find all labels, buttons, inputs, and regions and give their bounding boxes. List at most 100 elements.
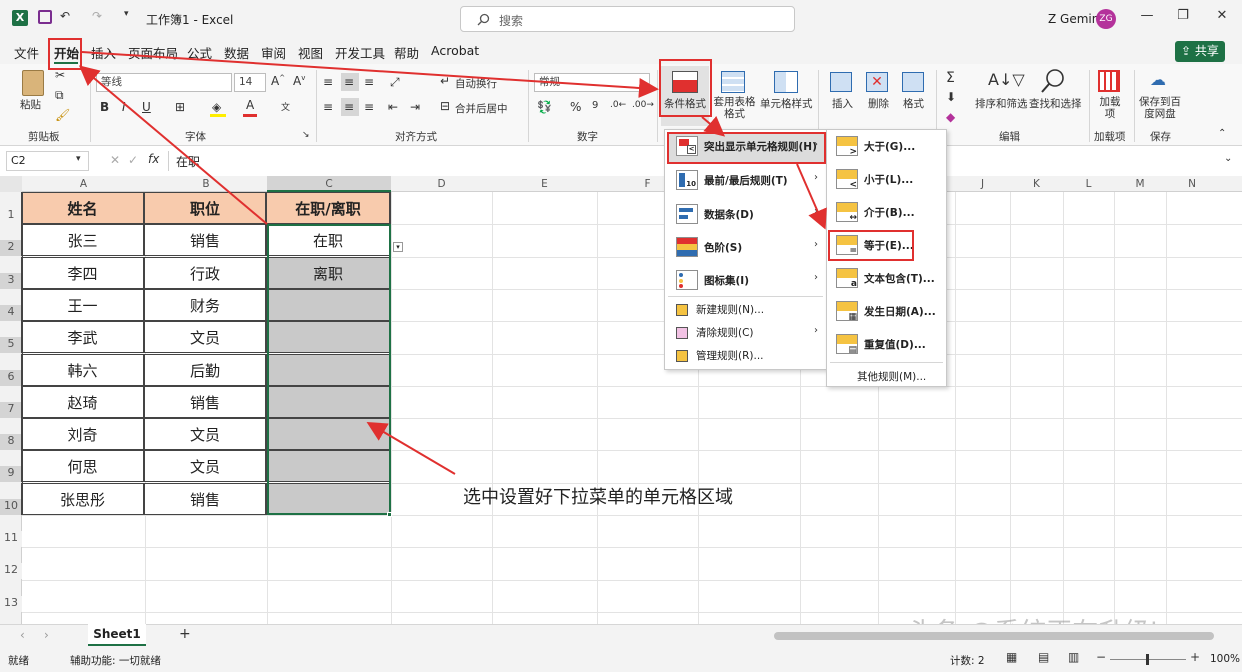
shrink-font-icon[interactable]: Av — [293, 74, 305, 88]
table-cell[interactable]: 销售 — [144, 224, 266, 256]
tab-data[interactable]: 数据 — [224, 43, 249, 62]
row-header-4[interactable]: 4 — [0, 304, 22, 321]
menu-data-bars[interactable]: 数据条(D) — [676, 204, 754, 224]
tab-formulas[interactable]: 公式 — [187, 43, 212, 62]
submenu-item-0[interactable]: > 大于(G)... — [836, 136, 915, 157]
menu-new-rule[interactable]: 新建规则(N)... — [676, 302, 764, 317]
menu-color-scales[interactable]: 色阶(S) — [676, 237, 742, 257]
paste-icon[interactable] — [22, 70, 44, 96]
table-cell[interactable]: 离职 — [266, 257, 390, 289]
table-cell[interactable] — [266, 483, 390, 515]
table-cell[interactable]: 文员 — [144, 321, 266, 353]
delete-cells-icon[interactable]: ✕ — [866, 72, 888, 92]
borders-icon[interactable]: ⊞ — [175, 100, 185, 114]
find-select-label[interactable]: 查找和选择 — [1029, 96, 1082, 111]
customize-qat-icon[interactable]: ▾ — [124, 9, 129, 19]
submenu-item-5[interactable]: ▦ 发生日期(A)... — [836, 301, 936, 322]
tab-acrobat[interactable]: Acrobat — [431, 43, 479, 58]
horizontal-scrollbar[interactable] — [774, 632, 1214, 640]
addins-icon[interactable] — [1098, 70, 1120, 92]
table-cell[interactable]: 销售 — [144, 386, 266, 418]
addins-label[interactable]: 加载项 — [1097, 96, 1123, 120]
table-header-cell[interactable]: 姓名 — [21, 192, 144, 224]
format-label[interactable]: 格式 — [903, 96, 924, 111]
row-header-1[interactable]: 1 — [0, 208, 22, 224]
cancel-entry-icon[interactable]: ✕ — [110, 153, 120, 167]
table-cell[interactable]: 销售 — [144, 483, 266, 515]
table-cell[interactable] — [266, 386, 390, 418]
font-size-select[interactable]: 14 — [234, 73, 266, 92]
column-header-d[interactable]: D — [391, 176, 492, 192]
minimize-icon[interactable]: — — [1137, 8, 1157, 28]
align-top-icon[interactable]: ≡ — [323, 75, 333, 89]
comma-icon[interactable]: 9 — [592, 100, 598, 111]
font-name-select[interactable]: 等线 — [96, 73, 232, 92]
table-cell[interactable]: 韩六 — [21, 354, 144, 386]
table-cell[interactable] — [266, 354, 390, 386]
table-cell[interactable]: 何思 — [21, 450, 144, 482]
column-header-m[interactable]: M — [1114, 176, 1166, 192]
column-header-e[interactable]: E — [492, 176, 597, 192]
fill-icon[interactable]: ⬇ — [946, 90, 956, 104]
avatar[interactable]: ZG — [1096, 9, 1116, 29]
format-table-icon[interactable] — [721, 71, 745, 93]
tab-developer[interactable]: 开发工具 — [335, 43, 385, 62]
increase-decimal-icon[interactable]: .0← — [610, 100, 626, 110]
align-middle-icon[interactable]: ≡ — [344, 75, 354, 89]
close-icon[interactable]: ✕ — [1212, 8, 1232, 28]
fill-handle[interactable] — [387, 512, 392, 517]
page-break-view-icon[interactable]: ▥ — [1068, 650, 1079, 664]
column-header-b[interactable]: B — [145, 176, 267, 192]
table-cell[interactable] — [266, 450, 390, 482]
delete-label[interactable]: 删除 — [868, 96, 889, 111]
zoom-slider-thumb[interactable] — [1146, 654, 1149, 665]
table-cell[interactable]: 赵琦 — [21, 386, 144, 418]
sort-filter-label[interactable]: 排序和筛选 — [975, 96, 1028, 111]
align-left-icon[interactable]: ≡ — [323, 100, 333, 114]
submenu-item-1[interactable]: < 小于(L)... — [836, 169, 913, 190]
font-color-icon[interactable]: A — [246, 98, 254, 112]
increase-indent-icon[interactable]: ⇥ — [410, 100, 420, 114]
tab-insert[interactable]: 插入 — [91, 43, 116, 62]
search-box[interactable]: 搜索 — [460, 6, 795, 32]
data-validation-dropdown-icon[interactable]: ▾ — [393, 242, 403, 252]
column-header-n[interactable]: N — [1166, 176, 1218, 192]
merge-center-icon[interactable]: ⊟ — [440, 99, 450, 113]
user-name[interactable]: Z Gemini — [1048, 12, 1103, 26]
orientation-icon[interactable]: ⤢ — [390, 75, 400, 90]
baidu-label[interactable]: 保存到百度网盘 — [1138, 96, 1182, 120]
table-cell[interactable]: 王一 — [21, 289, 144, 321]
submenu-item-6[interactable]: ▤ 重复值(D)... — [836, 334, 926, 355]
table-cell[interactable]: 张三 — [21, 224, 144, 256]
bold-icon[interactable]: B — [100, 100, 109, 114]
table-cell[interactable]: 财务 — [144, 289, 266, 321]
table-cell[interactable]: 文员 — [144, 450, 266, 482]
insert-label[interactable]: 插入 — [832, 96, 853, 111]
format-table-label[interactable]: 套用表格格式 — [712, 96, 757, 120]
sort-filter-icon[interactable]: A↓▽ — [988, 70, 1025, 89]
restore-icon[interactable]: ❐ — [1173, 8, 1193, 28]
row-header-2[interactable]: 2 — [0, 240, 22, 257]
clear-icon[interactable]: ◆ — [946, 110, 955, 124]
row-header-9[interactable]: 9 — [0, 466, 22, 483]
fx-icon[interactable]: fx — [148, 152, 159, 166]
redo-icon[interactable]: ↷ — [92, 9, 102, 23]
column-header-l[interactable]: L — [1063, 176, 1114, 192]
cell-style-icon[interactable] — [774, 71, 798, 93]
row-header-12[interactable]: 12 — [0, 563, 22, 580]
zoom-in-icon[interactable]: + — [1190, 650, 1200, 664]
copy-icon[interactable]: ⧉ — [55, 88, 64, 103]
grow-font-icon[interactable]: A^ — [271, 74, 285, 88]
add-sheet-button[interactable]: + — [179, 626, 191, 642]
table-cell[interactable]: 在职 — [266, 224, 390, 256]
table-cell[interactable] — [266, 289, 390, 321]
decrease-indent-icon[interactable]: ⇤ — [388, 100, 398, 114]
autosum-icon[interactable]: Σ — [946, 70, 955, 86]
name-box-dropdown-icon[interactable]: ▾ — [76, 154, 81, 164]
row-header-6[interactable]: 6 — [0, 369, 22, 386]
tab-page-layout[interactable]: 页面布局 — [128, 43, 178, 62]
table-cell[interactable]: 行政 — [144, 257, 266, 289]
tab-review[interactable]: 审阅 — [261, 43, 286, 62]
formula-input[interactable]: 在职 — [176, 153, 200, 170]
save-icon[interactable] — [38, 10, 52, 24]
